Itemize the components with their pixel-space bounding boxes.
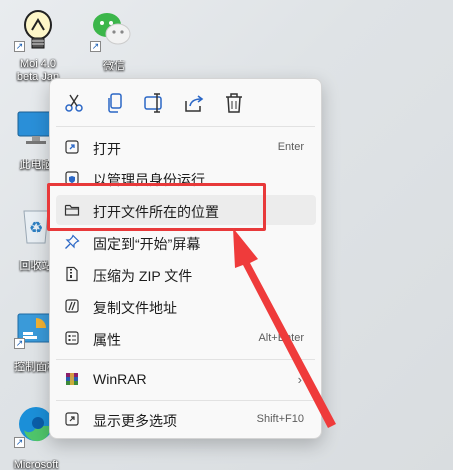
annotation-arrow [233, 228, 336, 428]
